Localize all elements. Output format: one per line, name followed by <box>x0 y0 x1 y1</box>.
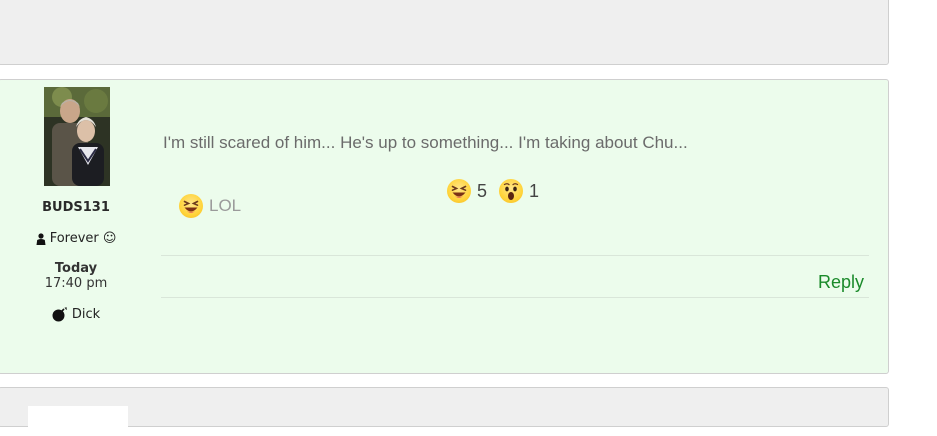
wow-emoji-icon <box>499 179 524 203</box>
laugh-reaction-count: 5 <box>477 180 488 201</box>
author-rank: Forever ☺ <box>0 231 153 246</box>
lol-reaction-label: LOL <box>209 196 242 215</box>
author-username[interactable]: BUDS131 <box>0 200 153 215</box>
wow-reaction-count: 1 <box>529 180 540 201</box>
laughing-emoji-icon <box>447 179 471 203</box>
lol-reaction-button[interactable]: LOL <box>179 193 241 219</box>
post-message: I'm still scared of him... He's up to so… <box>163 133 688 152</box>
avatar-photo <box>44 87 110 186</box>
reply-link[interactable]: Reply <box>818 272 864 293</box>
post-date-time: 17:40 pm <box>44 276 108 291</box>
author-title: Dick <box>0 307 153 322</box>
author-rank-label: Forever ☺ <box>49 231 117 246</box>
next-post-avatar[interactable] <box>28 406 128 436</box>
author-title-label: Dick <box>71 307 101 322</box>
divider <box>161 255 869 256</box>
bomb-icon <box>52 307 67 322</box>
forum-post-card: BUDS131 Forever ☺ Today 17:40 pm Dick I'… <box>0 79 889 374</box>
post-date-day: Today <box>54 261 98 276</box>
divider <box>161 297 869 298</box>
avatar[interactable] <box>44 87 110 186</box>
user-icon <box>36 232 46 245</box>
laughing-emoji-icon <box>179 194 203 218</box>
previous-post-card <box>0 0 889 65</box>
reaction-counts[interactable]: 5 1 <box>447 179 545 203</box>
next-post-card <box>0 387 889 436</box>
